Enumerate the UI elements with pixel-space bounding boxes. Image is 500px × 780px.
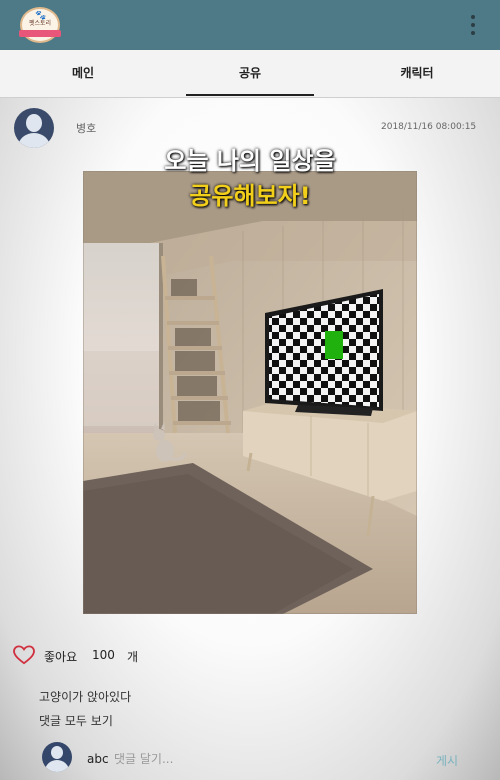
caption-line-1: 오늘 나의 일상을 — [164, 147, 336, 175]
commenter-name: abc — [87, 752, 109, 766]
more-vertical-icon[interactable] — [464, 12, 482, 38]
commenter-avatar — [42, 742, 72, 772]
tab-bar: 메인 공유 캐릭터 — [0, 50, 500, 98]
active-tab-indicator — [186, 94, 314, 96]
post-timestamp: 2018/11/16 08:00:15 — [381, 122, 477, 132]
post-comment-button[interactable]: 게시 — [436, 752, 458, 769]
tab-main[interactable]: 메인 — [0, 50, 166, 97]
app-logo[interactable]: 🐾 펫스토리 — [19, 7, 61, 43]
post-photo[interactable] — [83, 171, 417, 614]
heart-icon[interactable] — [13, 645, 35, 665]
like-label[interactable]: 좋아요 — [44, 648, 77, 665]
view-all-comments-link[interactable]: 댓글 모두 보기 — [39, 712, 113, 729]
tab-character[interactable]: 캐릭터 — [334, 50, 500, 97]
logo-text: 펫스토리 — [28, 20, 52, 27]
like-unit: 개 — [127, 650, 139, 664]
app-bar: 🐾 펫스토리 — [0, 0, 500, 50]
post-text: 고양이가 앉아있다 — [39, 690, 132, 704]
like-count: 100 — [92, 648, 115, 662]
comment-input[interactable] — [114, 749, 414, 769]
caption-line-2: 공유해보자! — [189, 182, 311, 210]
author-name[interactable]: 병호 — [76, 120, 96, 136]
logo-ribbon — [19, 30, 61, 37]
tab-share[interactable]: 공유 — [167, 50, 333, 97]
share-screen: 🐾 펫스토리 메인 공유 캐릭터 병호 2018/11/16 08:00:15 — [0, 0, 500, 780]
